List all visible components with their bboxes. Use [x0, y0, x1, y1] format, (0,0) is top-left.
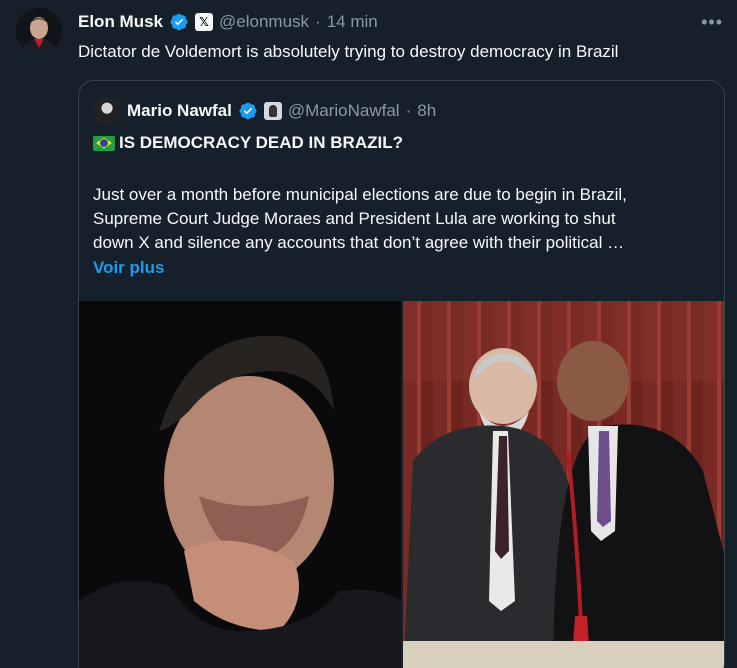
affiliate-badge-icon: [263, 102, 282, 120]
more-options-icon[interactable]: •••: [701, 12, 723, 33]
quoted-text-line: Just over a month before municipal elect…: [93, 185, 627, 204]
quoted-text-line: down X and silence any accounts that don…: [93, 233, 625, 252]
separator-dot: ·: [405, 101, 412, 120]
quoted-timestamp[interactable]: 8h: [417, 101, 436, 121]
timestamp[interactable]: 14 min: [327, 12, 378, 32]
author-handle[interactable]: @elonmusk: [219, 12, 309, 32]
x-logo-icon: 𝕏: [195, 13, 214, 31]
quoted-avatar[interactable]: [93, 97, 121, 125]
see-more-link[interactable]: Voir plus: [93, 258, 164, 278]
avatar[interactable]: [16, 8, 62, 54]
verified-badge-icon: [170, 13, 188, 31]
tweet-header: Elon Musk 𝕏 @elonmusk · 14 min: [78, 10, 378, 34]
quoted-title-text: IS DEMOCRACY DEAD IN BRAZIL?: [119, 133, 403, 152]
media-grid: [79, 301, 724, 668]
media-image-right[interactable]: [403, 301, 724, 668]
quoted-author-handle[interactable]: @MarioNawfal: [288, 101, 400, 121]
tweet[interactable]: Elon Musk 𝕏 @elonmusk · 14 min ••• Dicta…: [0, 0, 737, 668]
quoted-tweet[interactable]: Mario Nawfal @MarioNawfal · 8h IS DEMOCR…: [78, 80, 725, 668]
author-name[interactable]: Elon Musk: [78, 12, 163, 32]
separator-dot: ·: [315, 12, 321, 31]
portrait-photo: [79, 301, 401, 668]
quoted-title: IS DEMOCRACY DEAD IN BRAZIL?: [93, 133, 403, 153]
verified-badge-icon: [239, 102, 257, 120]
media-image-left[interactable]: [79, 301, 401, 668]
quoted-text: Just over a month before municipal elect…: [93, 183, 713, 255]
avatar-portrait: [16, 8, 62, 54]
tweet-text: Dictator de Voldemort is absolutely tryi…: [78, 42, 619, 61]
quoted-author-name[interactable]: Mario Nawfal: [127, 101, 232, 121]
meeting-photo: [403, 301, 724, 668]
quoted-tweet-header: Mario Nawfal @MarioNawfal · 8h: [93, 97, 436, 125]
brazil-flag-icon: [93, 135, 115, 151]
quoted-text-line: Supreme Court Judge Moraes and President…: [93, 209, 616, 228]
